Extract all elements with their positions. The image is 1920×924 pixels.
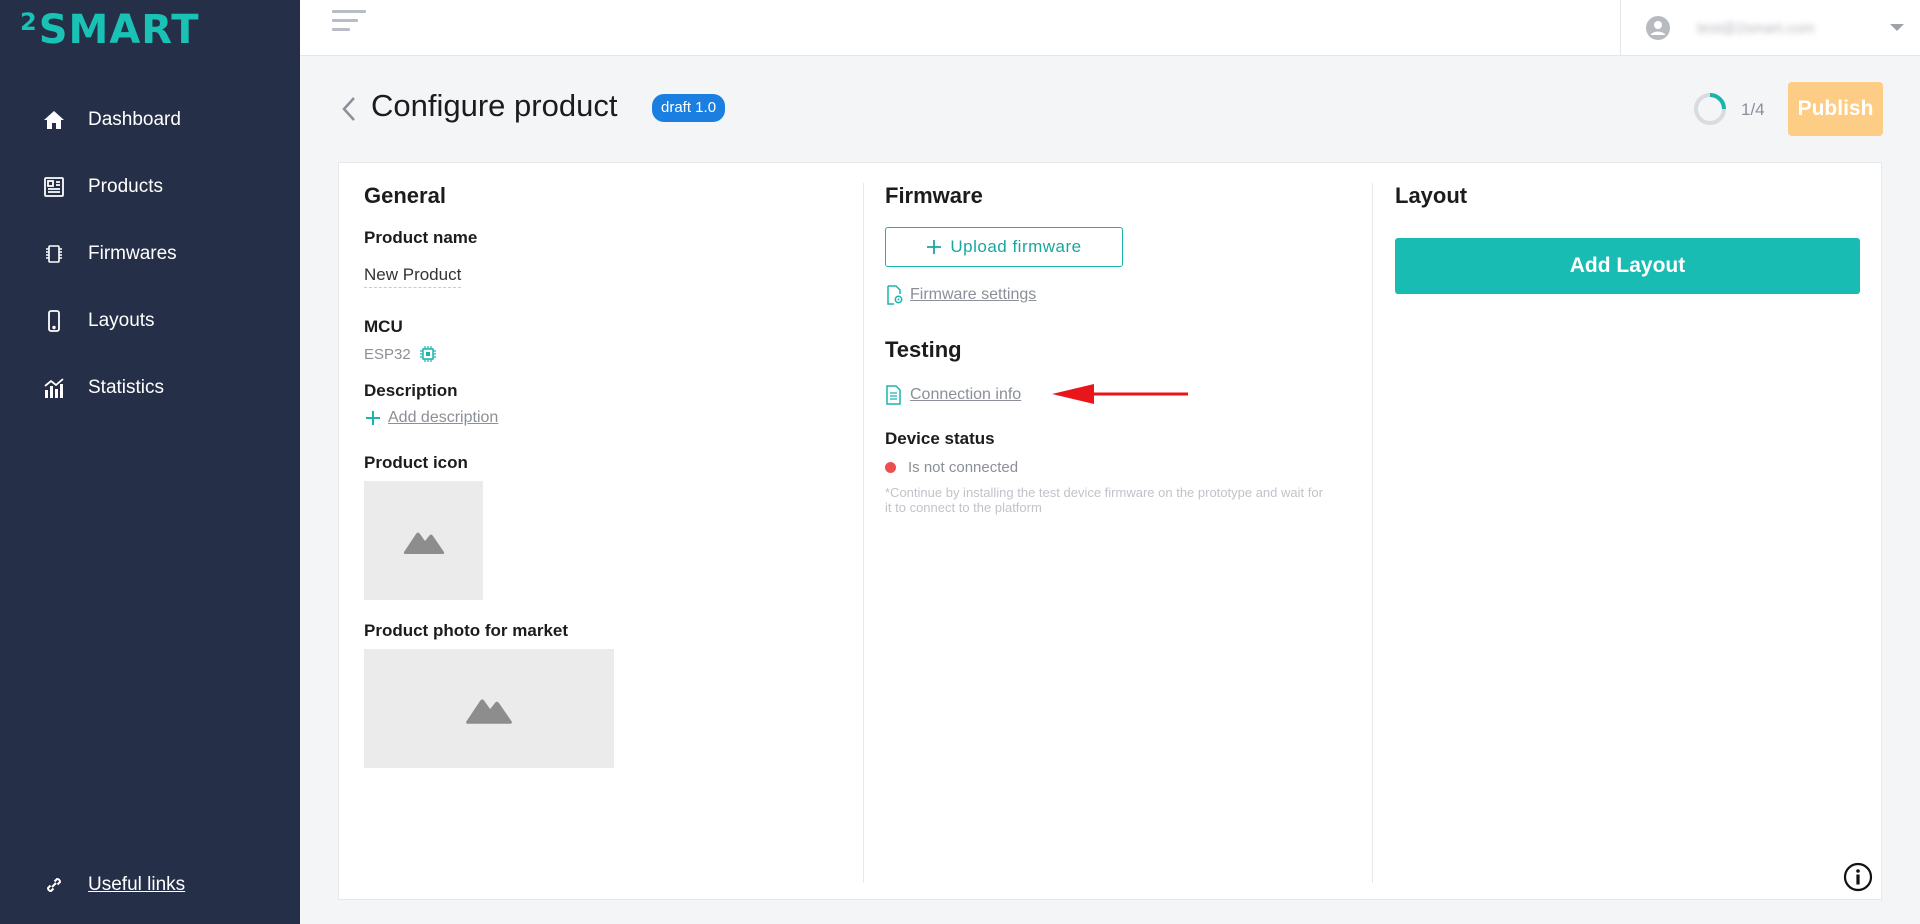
layout-title: Layout bbox=[1395, 183, 1468, 208]
sidebar-item-dashboard[interactable]: Dashboard bbox=[0, 86, 300, 153]
description-label: Description bbox=[364, 381, 458, 400]
column-divider bbox=[1372, 183, 1373, 883]
logo-superscript: 2 bbox=[20, 8, 37, 36]
version-badge: draft 1.0 bbox=[652, 94, 726, 122]
topbar: test@2smart.com bbox=[300, 0, 1920, 56]
product-name-label: Product name bbox=[364, 228, 478, 247]
sidebar-nav: Dashboard Products Firmwares Layouts Sta… bbox=[0, 86, 300, 421]
product-name-value[interactable]: New Product bbox=[364, 265, 462, 288]
device-status-row: Is not connected bbox=[885, 459, 1018, 476]
product-photo-label: Product photo for market bbox=[364, 621, 569, 640]
device-status-label: Device status bbox=[885, 429, 995, 448]
user-menu[interactable]: test@2smart.com bbox=[1620, 0, 1920, 56]
sidebar-item-label: Products bbox=[88, 175, 163, 197]
sidebar-item-products[interactable]: Products bbox=[0, 153, 300, 220]
connection-info-label: Connection info bbox=[910, 386, 1022, 403]
column-divider bbox=[863, 183, 864, 883]
menu-toggle-icon[interactable] bbox=[332, 10, 368, 36]
useful-links-label: Useful links bbox=[88, 874, 186, 895]
chevron-down-icon bbox=[1890, 24, 1904, 31]
user-email: test@2smart.com bbox=[1697, 19, 1815, 37]
plus-icon bbox=[366, 411, 380, 425]
brand-logo[interactable]: 2 SMART bbox=[20, 4, 200, 56]
page-title: Configure product bbox=[371, 88, 618, 123]
image-placeholder-icon bbox=[403, 532, 444, 554]
upload-firmware-label: Upload firmware bbox=[950, 237, 1082, 256]
upload-firmware-button[interactable]: Upload firmware bbox=[885, 227, 1123, 267]
back-arrow-icon[interactable] bbox=[338, 94, 362, 124]
chip-icon bbox=[419, 346, 436, 362]
device-status-text: Is not connected bbox=[908, 459, 1019, 476]
product-photo-upload[interactable] bbox=[364, 649, 614, 768]
add-description-link[interactable]: Add description bbox=[364, 409, 498, 427]
annotation-arrow bbox=[1052, 384, 1188, 404]
configure-card: General Product name New Product MCU ESP… bbox=[338, 162, 1882, 900]
status-dot bbox=[885, 462, 896, 473]
sidebar-item-label: Firmwares bbox=[88, 242, 177, 264]
sidebar-item-label: Statistics bbox=[88, 376, 165, 398]
sidebar-item-label: Dashboard bbox=[88, 108, 181, 130]
mcu-value: ESP32 bbox=[364, 345, 411, 363]
info-icon[interactable] bbox=[1843, 862, 1873, 892]
connection-info-link[interactable]: Connection info bbox=[885, 385, 1021, 405]
sidebar-item-firmwares[interactable]: Firmwares bbox=[0, 220, 300, 287]
mcu-label: MCU bbox=[364, 317, 403, 336]
add-description-label: Add description bbox=[388, 409, 499, 426]
image-placeholder-icon bbox=[466, 698, 512, 724]
link-icon bbox=[42, 873, 66, 897]
plus-icon bbox=[927, 240, 942, 254]
chart-icon bbox=[42, 376, 66, 400]
sidebar-item-label: Layouts bbox=[88, 309, 155, 331]
products-icon bbox=[42, 175, 66, 199]
publish-button[interactable]: Publish bbox=[1788, 82, 1883, 136]
useful-links[interactable]: Useful links bbox=[42, 873, 185, 897]
firmware-settings-label: Firmware settings bbox=[910, 286, 1037, 303]
chip-icon bbox=[42, 242, 66, 266]
sidebar: 2 SMART Dashboard Products Firmwares Lay… bbox=[0, 0, 300, 924]
mcu-row: ESP32 bbox=[364, 345, 437, 363]
product-icon-upload[interactable] bbox=[364, 481, 483, 600]
phone-icon bbox=[42, 309, 66, 333]
sidebar-item-statistics[interactable]: Statistics bbox=[0, 354, 300, 421]
home-icon bbox=[42, 108, 66, 132]
testing-title: Testing bbox=[885, 337, 962, 362]
general-title: General bbox=[364, 183, 446, 208]
add-layout-button[interactable]: Add Layout bbox=[1395, 238, 1860, 294]
document-icon bbox=[886, 385, 901, 405]
progress-ring bbox=[1694, 93, 1726, 125]
sidebar-item-layouts[interactable]: Layouts bbox=[0, 287, 300, 354]
firmware-title: Firmware bbox=[885, 183, 983, 208]
progress-text: 1/4 bbox=[1741, 100, 1765, 119]
settings-file-icon bbox=[887, 285, 903, 305]
logo-text: SMART bbox=[38, 7, 200, 53]
device-status-hint: *Continue by installing the test device … bbox=[885, 485, 1323, 515]
firmware-settings-link[interactable]: Firmware settings bbox=[885, 285, 1036, 305]
product-icon-label: Product icon bbox=[364, 453, 468, 472]
user-avatar-icon bbox=[1646, 16, 1670, 40]
